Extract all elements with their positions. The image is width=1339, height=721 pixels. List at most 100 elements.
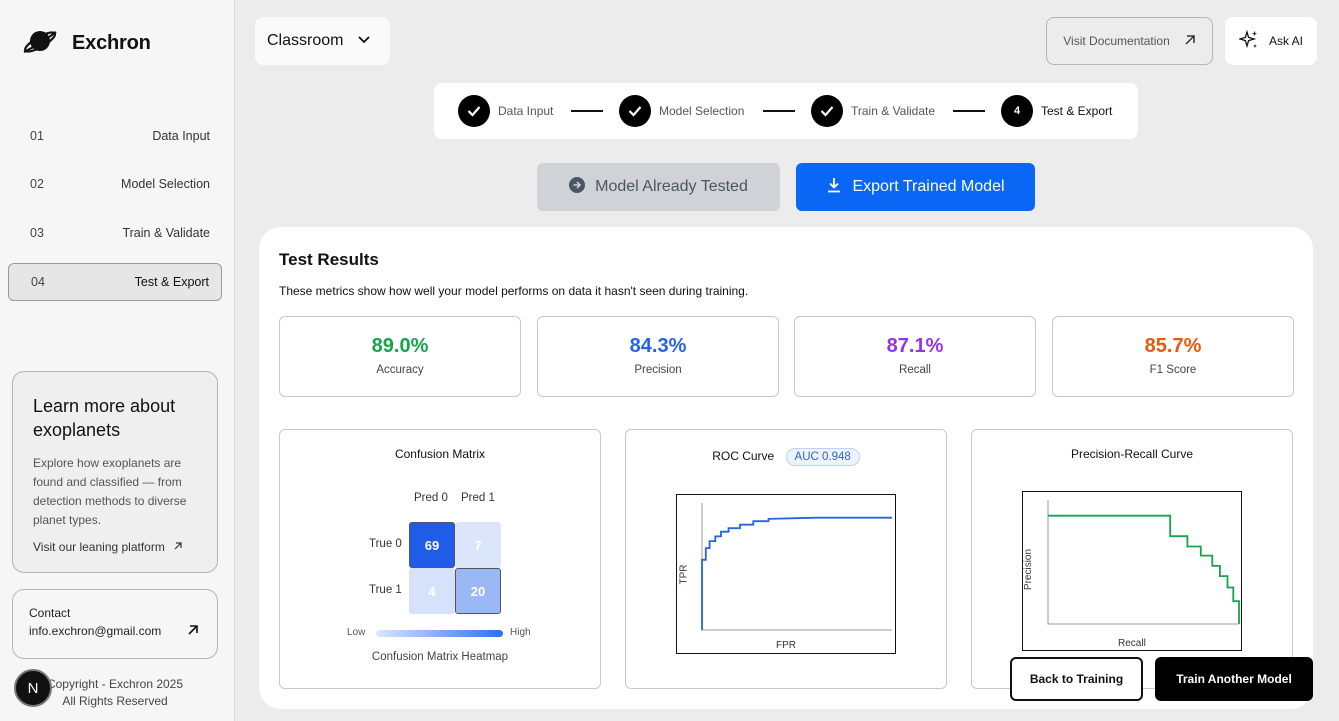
export-trained-model-label: Export Trained Model [852,178,1005,195]
cm-row-label: True 0 [369,538,402,550]
progress-stepper: Data Input Model Selection Train & Valid… [434,83,1138,139]
chevron-down-icon [357,32,371,50]
pr-curve-card: Precision-Recall Curve Recall Precision [971,429,1293,689]
x-axis-label: FPR [776,640,796,651]
cm-scale-high: High [510,627,531,638]
roc-chart [701,503,892,631]
avatar[interactable]: N [14,669,52,707]
workspace-label: Classroom [267,32,344,49]
sidebar-item-number: 03 [30,226,44,240]
metric-value: 85.7% [1144,335,1202,357]
arrow-up-right-icon [1184,34,1196,49]
sidebar: Exchron 01 Data Input 02 Model Selection… [0,0,235,721]
back-to-training-button[interactable]: Back to Training [1010,657,1143,701]
roc-series-line [701,516,892,630]
metric-accuracy: 89.0% Accuracy [279,316,521,397]
cm-col-label: Pred 1 [461,492,495,504]
plot-axes [1047,500,1239,625]
step-connector [763,110,795,112]
brand[interactable]: Exchron [22,26,151,61]
sidebar-item-model-selection[interactable]: 02 Model Selection [8,165,222,203]
learn-link[interactable]: Visit our leaning platform [33,540,197,554]
sidebar-item-test-export[interactable]: 04 Test & Export [8,263,222,301]
x-axis-label: Recall [1118,638,1146,649]
page-title: Test Results [279,250,379,269]
train-another-model-button[interactable]: Train Another Model [1155,657,1313,701]
pr-chart [1047,500,1240,625]
sparkle-icon [1237,29,1259,53]
roc-curve-card: ROC Curve AUC 0.948 FPR TPR [625,429,947,689]
metric-label: F1 Score [1149,364,1197,376]
step-test-export[interactable]: 4 Test & Export [1001,95,1112,127]
step-model-selection[interactable]: Model Selection [619,95,744,127]
y-axis-label: Precision [1023,548,1035,591]
y-axis-label: TPR [678,564,690,585]
step-label: Data Input [498,104,554,118]
metric-label: Accuracy [376,364,424,376]
chart-title: Confusion Matrix [394,447,486,461]
step-train-validate[interactable]: Train & Validate [811,95,935,127]
page-subtitle: These metrics show how well your model p… [279,284,749,298]
step-label: Model Selection [659,104,745,118]
download-icon [826,177,842,198]
learn-link-label: Visit our leaning platform [33,540,165,554]
cm-color-scale [376,630,503,637]
step-label: Train & Validate [851,104,936,118]
check-icon [619,95,651,127]
arrow-right-circle-icon [569,176,586,198]
model-already-tested-label: Model Already Tested [595,178,748,195]
metric-value: 87.1% [886,335,944,357]
learn-title: Learn more about exoplanets [33,396,176,440]
cm-col-label: Pred 0 [414,492,448,504]
cm-cell: 20 [455,568,501,614]
step-connector [953,110,985,112]
arrow-up-right-icon[interactable] [187,624,199,639]
learn-description: Explore how exoplanets are found and cla… [33,456,187,527]
brand-name: Exchron [72,32,151,54]
check-icon [458,95,490,127]
metric-label: Recall [899,364,931,376]
pr-series-line [1048,514,1240,624]
cm-cell: 69 [409,522,455,568]
step-label: Test & Export [1041,104,1113,118]
plot-axes [701,503,892,631]
metric-value: 84.3% [629,335,687,357]
roc-title-row: ROC Curve AUC 0.948 [626,448,946,466]
test-results-panel: Test Results These metrics show how well… [259,227,1313,709]
arrow-up-right-icon [173,540,183,554]
sidebar-item-label: Data Input [152,129,210,143]
sidebar-item-label: Train & Validate [122,226,210,240]
check-icon [811,95,843,127]
metric-label: Precision [634,364,682,376]
chart-title: Precision-Recall Curve [1070,447,1194,461]
chart-title: ROC Curve [712,449,775,463]
metric-value: 89.0% [371,335,429,357]
export-trained-model-button[interactable]: Export Trained Model [796,163,1035,211]
workspace-dropdown[interactable]: Classroom [255,17,390,65]
visit-documentation-button[interactable]: Visit Documentation [1046,17,1213,65]
planet-logo-icon [22,26,58,61]
cm-scale-low: Low [347,627,366,638]
contact-label: Contact [29,606,71,620]
contact-card[interactable]: Contact info.exchron@gmail.com [12,589,218,659]
sidebar-item-data-input[interactable]: 01 Data Input [8,117,222,155]
cm-caption: Confusion Matrix Heatmap [371,651,509,663]
sidebar-item-number: 04 [31,275,45,289]
sidebar-item-label: Test & Export [134,275,209,289]
sidebar-item-number: 01 [30,129,44,143]
sidebar-item-number: 02 [30,177,44,191]
sidebar-item-label: Model Selection [121,177,210,191]
visit-documentation-label: Visit Documentation [1063,34,1170,48]
metric-f1-score: 85.7% F1 Score [1052,316,1294,397]
step-data-input[interactable]: Data Input [458,95,553,127]
step-connector [571,110,603,112]
cm-row-label: True 1 [369,584,402,596]
pr-plot: Recall Precision [1022,491,1242,651]
learn-card: Learn more about exoplanets Explore how … [12,371,218,573]
metric-precision: 84.3% Precision [537,316,779,397]
ask-ai-button[interactable]: Ask AI [1225,17,1317,65]
metric-recall: 87.1% Recall [794,316,1036,397]
confusion-matrix-card: Confusion Matrix Pred 0 Pred 1 True 0 Tr… [279,429,601,689]
model-already-tested-button: Model Already Tested [537,163,780,211]
sidebar-item-train-validate[interactable]: 03 Train & Validate [8,214,222,252]
